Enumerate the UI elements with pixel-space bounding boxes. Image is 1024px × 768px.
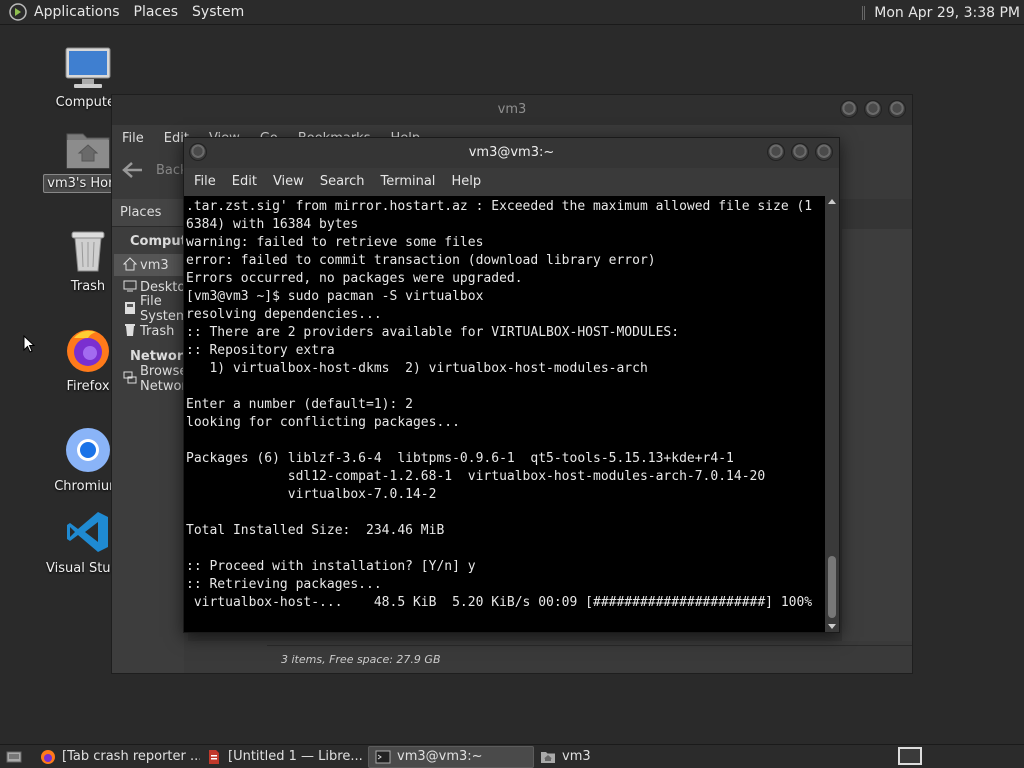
- terminal-line: Errors occurred, no packages were upgrad…: [186, 271, 523, 286]
- firefox-icon: [41, 749, 55, 764]
- places-menu[interactable]: Places: [127, 4, 186, 20]
- scroll-up-arrow-icon[interactable]: [828, 199, 836, 204]
- computer-icon: [65, 47, 111, 88]
- menu-file[interactable]: File: [186, 174, 224, 189]
- terminal-line: 6384) with 16384 bytes: [186, 217, 359, 232]
- back-arrow-icon: [122, 162, 142, 178]
- scroll-down-arrow-icon[interactable]: [828, 624, 836, 629]
- vscode-icon: [67, 512, 108, 552]
- close-button[interactable]: [815, 143, 833, 161]
- menu-file[interactable]: File: [112, 131, 154, 146]
- terminal-line: [vm3@vm3 ~]$ sudo pacman -S virtualbox: [186, 289, 484, 304]
- sidebar-item-label: Trash: [140, 323, 175, 339]
- chromium-icon: [66, 428, 110, 472]
- terminal-line: Packages (6) liblzf-3.6-4 libtpms-0.9.6-…: [186, 451, 734, 466]
- terminal-line: :: Retrieving packages...: [186, 577, 382, 592]
- terminal-line: virtualbox-7.0.14-2: [186, 487, 437, 502]
- window-buttons: [767, 143, 833, 161]
- workspace-switcher[interactable]: [898, 747, 922, 765]
- menu-edit[interactable]: Edit: [224, 174, 265, 189]
- sidebar-item-home[interactable]: vm3: [114, 254, 184, 276]
- desktop-icon-label: Firefox: [66, 379, 110, 394]
- terminal-line: :: Proceed with installation? [Y/n] y: [186, 559, 476, 574]
- show-desktop-button[interactable]: [0, 746, 34, 768]
- sidebar-item-trash[interactable]: Trash: [114, 320, 184, 342]
- applications-menu[interactable]: Applications: [27, 4, 127, 20]
- menu-terminal[interactable]: Terminal: [372, 174, 443, 189]
- terminal-line: 1) virtualbox-host-dkms 2) virtualbox-ho…: [186, 361, 648, 376]
- bottom-taskbar: [Tab crash reporter ... [Untitled 1 — Li…: [0, 744, 1024, 768]
- menu-search[interactable]: Search: [312, 174, 373, 189]
- terminal-menubar: File Edit View Search Terminal Help: [184, 168, 839, 195]
- task-label: vm3@vm3:~: [397, 749, 483, 764]
- task-label: [Tab crash reporter ...: [62, 749, 200, 764]
- window-menu-button[interactable]: [189, 143, 207, 161]
- mate-logo-icon[interactable]: [9, 3, 27, 21]
- file-view-pane: [842, 229, 912, 641]
- terminal-line: :: Repository extra: [186, 343, 335, 358]
- terminal-line: looking for conflicting packages...: [186, 415, 460, 430]
- status-bar: 3 items, Free space: 27.9 GB: [267, 645, 912, 673]
- task-label: [Untitled 1 — Libre...: [228, 749, 363, 764]
- terminal-scrollbar[interactable]: [825, 196, 839, 632]
- terminal-icon: [375, 750, 391, 763]
- menu-view[interactable]: View: [265, 174, 312, 189]
- sidebar-item-browse-network[interactable]: Browse Network: [114, 364, 194, 394]
- terminal-output[interactable]: .tar.zst.sig' from mirror.hostart.az : E…: [184, 196, 827, 632]
- desktop-icon: [123, 280, 137, 292]
- back-button[interactable]: Back: [122, 161, 188, 179]
- task-libreoffice[interactable]: [Untitled 1 — Libre...: [200, 746, 368, 768]
- terminal-line: warning: failed to retrieve some files: [186, 235, 484, 250]
- panel-separator: [862, 5, 866, 20]
- terminal-line: error: failed to commit transaction (dow…: [186, 253, 656, 268]
- firefox-icon: [67, 330, 109, 372]
- task-firefox[interactable]: [Tab crash reporter ...: [34, 746, 200, 768]
- terminal-window: vm3@vm3:~ File Edit View Search Terminal…: [183, 137, 840, 633]
- maximize-button[interactable]: [791, 143, 809, 161]
- task-label: vm3: [562, 749, 591, 764]
- terminal-line: virtualbox-host-... 48.5 KiB 5.20 KiB/s …: [186, 595, 813, 610]
- window-title: vm3@vm3:~: [468, 145, 555, 160]
- top-panel: Applications Places System Mon Apr 29, 3…: [0, 0, 1024, 25]
- home-folder-icon: [66, 133, 110, 169]
- network-icon: [123, 371, 137, 384]
- window-buttons: [840, 100, 906, 118]
- close-button[interactable]: [888, 100, 906, 118]
- trash-icon: [71, 231, 105, 272]
- maximize-button[interactable]: [864, 100, 882, 118]
- scroll-thumb[interactable]: [828, 556, 836, 618]
- window-title: vm3: [497, 102, 527, 117]
- mouse-pointer-icon: [23, 335, 35, 353]
- terminal-line: resolving dependencies...: [186, 307, 382, 322]
- desktop-icon-label: Trash: [70, 279, 106, 294]
- clock[interactable]: Mon Apr 29, 3:38 PM: [874, 5, 1024, 21]
- system-menu[interactable]: System: [185, 4, 251, 20]
- home-icon: [123, 257, 137, 271]
- terminal-line: :: There are 2 providers available for V…: [186, 325, 680, 340]
- file-manager-titlebar[interactable]: vm3: [112, 95, 912, 125]
- sidebar-item-filesystem[interactable]: File System: [114, 294, 188, 324]
- sidebar-selector[interactable]: Places: [112, 199, 184, 227]
- trash-icon: [125, 324, 135, 336]
- libreoffice-icon: [209, 749, 219, 764]
- task-terminal[interactable]: vm3@vm3:~: [368, 745, 534, 768]
- minimize-button[interactable]: [767, 143, 785, 161]
- folder-icon: [541, 751, 555, 763]
- show-desktop-icon: [6, 751, 22, 762]
- sidebar-item-label: vm3: [140, 257, 169, 273]
- drive-icon: [125, 302, 135, 314]
- menu-help[interactable]: Help: [443, 174, 489, 189]
- minimize-button[interactable]: [840, 100, 858, 118]
- terminal-line: Enter a number (default=1): 2: [186, 397, 413, 412]
- terminal-titlebar[interactable]: vm3@vm3:~: [184, 138, 839, 168]
- panel-tray: Mon Apr 29, 3:38 PM: [862, 0, 1024, 25]
- terminal-line: sdl12-compat-1.2.68-1 virtualbox-host-mo…: [186, 469, 766, 484]
- terminal-line: Total Installed Size: 234.46 MiB: [186, 523, 445, 538]
- terminal-line: .tar.zst.sig' from mirror.hostart.az : E…: [186, 199, 813, 214]
- task-file-manager[interactable]: vm3: [534, 746, 694, 768]
